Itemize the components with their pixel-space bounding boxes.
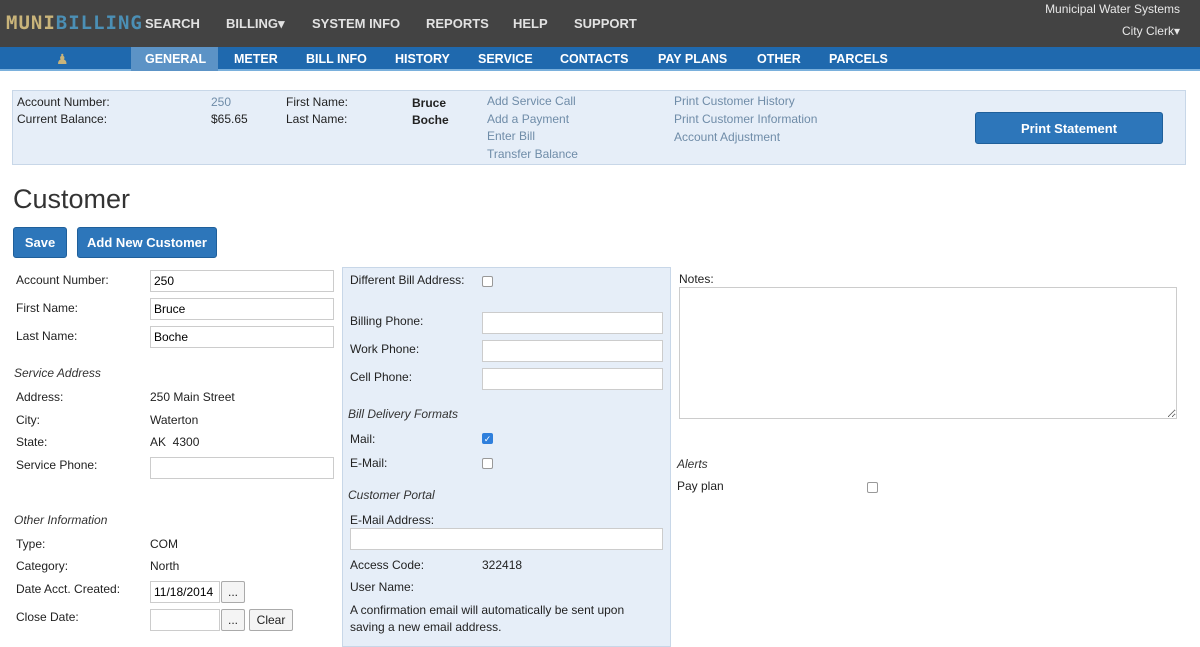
mail-checkbox[interactable]: ✓ — [482, 433, 493, 444]
customer-portal-heading: Customer Portal — [348, 488, 435, 502]
service-phone-input[interactable] — [150, 457, 334, 479]
email-address-input[interactable] — [350, 528, 663, 550]
tab-history[interactable]: HISTORY — [381, 47, 464, 71]
tab-general[interactable]: GENERAL — [131, 47, 218, 71]
add-payment-link[interactable]: Add a Payment — [487, 112, 569, 126]
print-history-link[interactable]: Print Customer History — [674, 94, 795, 108]
account-number-input[interactable] — [150, 270, 334, 292]
service-address-heading: Service Address — [14, 366, 101, 380]
person-icon[interactable]: ♟ — [56, 51, 69, 68]
organization-name: Municipal Water Systems — [1045, 2, 1180, 16]
state-value: AK 4300 — [150, 435, 200, 449]
user-menu[interactable]: City Clerk▾ — [1122, 24, 1180, 38]
category-value: North — [150, 559, 180, 573]
different-bill-address-checkbox[interactable] — [482, 276, 493, 287]
save-button[interactable]: Save — [13, 227, 67, 258]
city-label: City: — [16, 413, 40, 427]
email-checkbox[interactable] — [482, 458, 493, 469]
add-service-call-link[interactable]: Add Service Call — [487, 94, 576, 108]
notes-textarea[interactable] — [679, 287, 1177, 419]
date-created-label: Date Acct. Created: — [16, 582, 121, 596]
account-number-link[interactable]: 250 — [211, 95, 231, 109]
address-value: 250 Main Street — [150, 390, 235, 404]
account-number-label: Account Number: — [16, 273, 109, 287]
access-code-value: 322418 — [482, 558, 523, 572]
alerts-heading: Alerts — [677, 457, 708, 471]
page-title: Customer — [13, 184, 131, 214]
city-value: Waterton — [150, 413, 199, 427]
transfer-balance-link[interactable]: Transfer Balance — [487, 147, 578, 161]
work-phone-label: Work Phone: — [350, 342, 420, 356]
account-label: Account Number: — [17, 95, 110, 109]
account-adjustment-link[interactable]: Account Adjustment — [674, 130, 780, 144]
account-summary: Account Number: 250 Current Balance: $65… — [12, 90, 1186, 165]
balance-value: $65.65 — [211, 112, 248, 126]
type-label: Type: — [16, 537, 46, 551]
billing-phone-label: Billing Phone: — [350, 314, 424, 328]
different-bill-address-label: Different Bill Address: — [350, 273, 465, 287]
tab-other[interactable]: OTHER — [743, 47, 815, 71]
tab-contacts[interactable]: CONTACTS — [546, 47, 643, 71]
last-name-label: Last Name: — [16, 329, 78, 343]
nav-system-info[interactable]: SYSTEM INFO — [312, 16, 400, 31]
close-date-label: Close Date: — [16, 610, 79, 624]
cell-phone-input[interactable] — [482, 368, 663, 390]
enter-bill-link[interactable]: Enter Bill — [487, 129, 535, 143]
pay-plan-label: Pay plan — [677, 479, 724, 493]
email-label: E-Mail: — [350, 456, 388, 470]
other-information-heading: Other Information — [14, 513, 108, 527]
billing-phone-input[interactable] — [482, 312, 663, 334]
email-address-label: E-Mail Address: — [350, 513, 435, 527]
confirmation-note: A confirmation email will automatically … — [350, 603, 625, 634]
first-name-input[interactable] — [150, 298, 334, 320]
tab-meter[interactable]: METER — [220, 47, 292, 71]
bill-delivery-heading: Bill Delivery Formats — [348, 407, 459, 421]
tab-parcels[interactable]: PARCELS — [815, 47, 902, 71]
category-label: Category: — [16, 559, 69, 573]
balance-label: Current Balance: — [17, 112, 108, 126]
state-label: State: — [16, 435, 48, 449]
add-new-customer-button[interactable]: Add New Customer — [77, 227, 217, 258]
cell-phone-label: Cell Phone: — [350, 370, 413, 384]
nav-search[interactable]: SEARCH — [145, 16, 200, 31]
clear-button[interactable]: Clear — [249, 609, 293, 631]
address-label: Address: — [16, 390, 64, 404]
nav-support[interactable]: SUPPORT — [574, 16, 637, 31]
service-phone-label: Service Phone: — [16, 458, 98, 472]
tab-bill-info[interactable]: BILL INFO — [292, 47, 381, 71]
tab-service[interactable]: SERVICE — [464, 47, 547, 71]
nav-billing[interactable]: BILLING▾ — [226, 16, 285, 32]
last-name-value: Boche — [412, 113, 449, 127]
first-name-value: Bruce — [412, 96, 447, 110]
logo[interactable]: MUNIBILLING — [6, 12, 143, 34]
user-name-label: User Name: — [350, 580, 415, 594]
first-name-label: First Name: — [16, 301, 79, 315]
close-date-input[interactable] — [150, 609, 220, 631]
date-created-picker-button[interactable]: ... — [221, 581, 245, 603]
work-phone-input[interactable] — [482, 340, 663, 362]
tab-bar: ♟ GENERAL METER BILL INFO HISTORY SERVIC… — [0, 47, 1200, 71]
notes-label: Notes: — [679, 272, 714, 286]
nav-reports[interactable]: REPORTS — [426, 16, 489, 31]
last-name-label: Last Name: — [286, 112, 348, 126]
last-name-input[interactable] — [150, 326, 334, 348]
tab-pay-plans[interactable]: PAY PLANS — [644, 47, 741, 71]
type-value: COM — [150, 537, 178, 551]
pay-plan-checkbox[interactable] — [867, 482, 878, 493]
print-statement-button[interactable]: Print Statement — [975, 112, 1163, 144]
top-bar: MUNIBILLING SEARCH BILLING▾ SYSTEM INFO … — [0, 0, 1200, 47]
mail-label: Mail: — [350, 432, 376, 446]
date-created-input[interactable] — [150, 581, 220, 603]
first-name-label: First Name: — [286, 95, 349, 109]
print-info-link[interactable]: Print Customer Information — [674, 112, 817, 126]
close-date-picker-button[interactable]: ... — [221, 609, 245, 631]
nav-help[interactable]: HELP — [513, 16, 548, 31]
access-code-label: Access Code: — [350, 558, 425, 572]
